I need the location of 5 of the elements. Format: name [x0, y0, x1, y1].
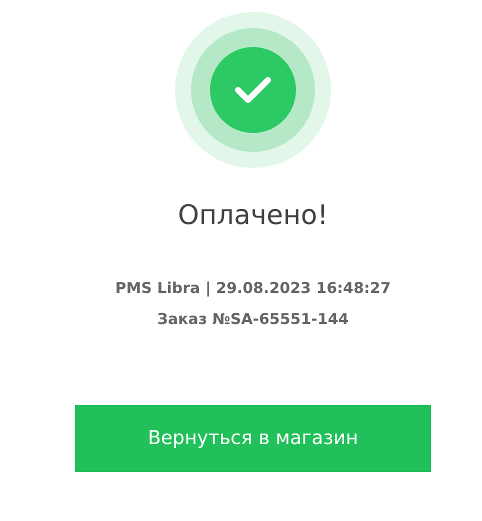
order-detail: PMS Libra | 29.08.2023 16:48:27: [115, 278, 391, 298]
return-button[interactable]: Вернуться в магазин: [75, 404, 431, 472]
order-detail: Заказ №SA-65551-144: [157, 309, 349, 330]
checkmark-icon: [234, 75, 272, 105]
status-title: Оплачено!: [178, 199, 328, 233]
